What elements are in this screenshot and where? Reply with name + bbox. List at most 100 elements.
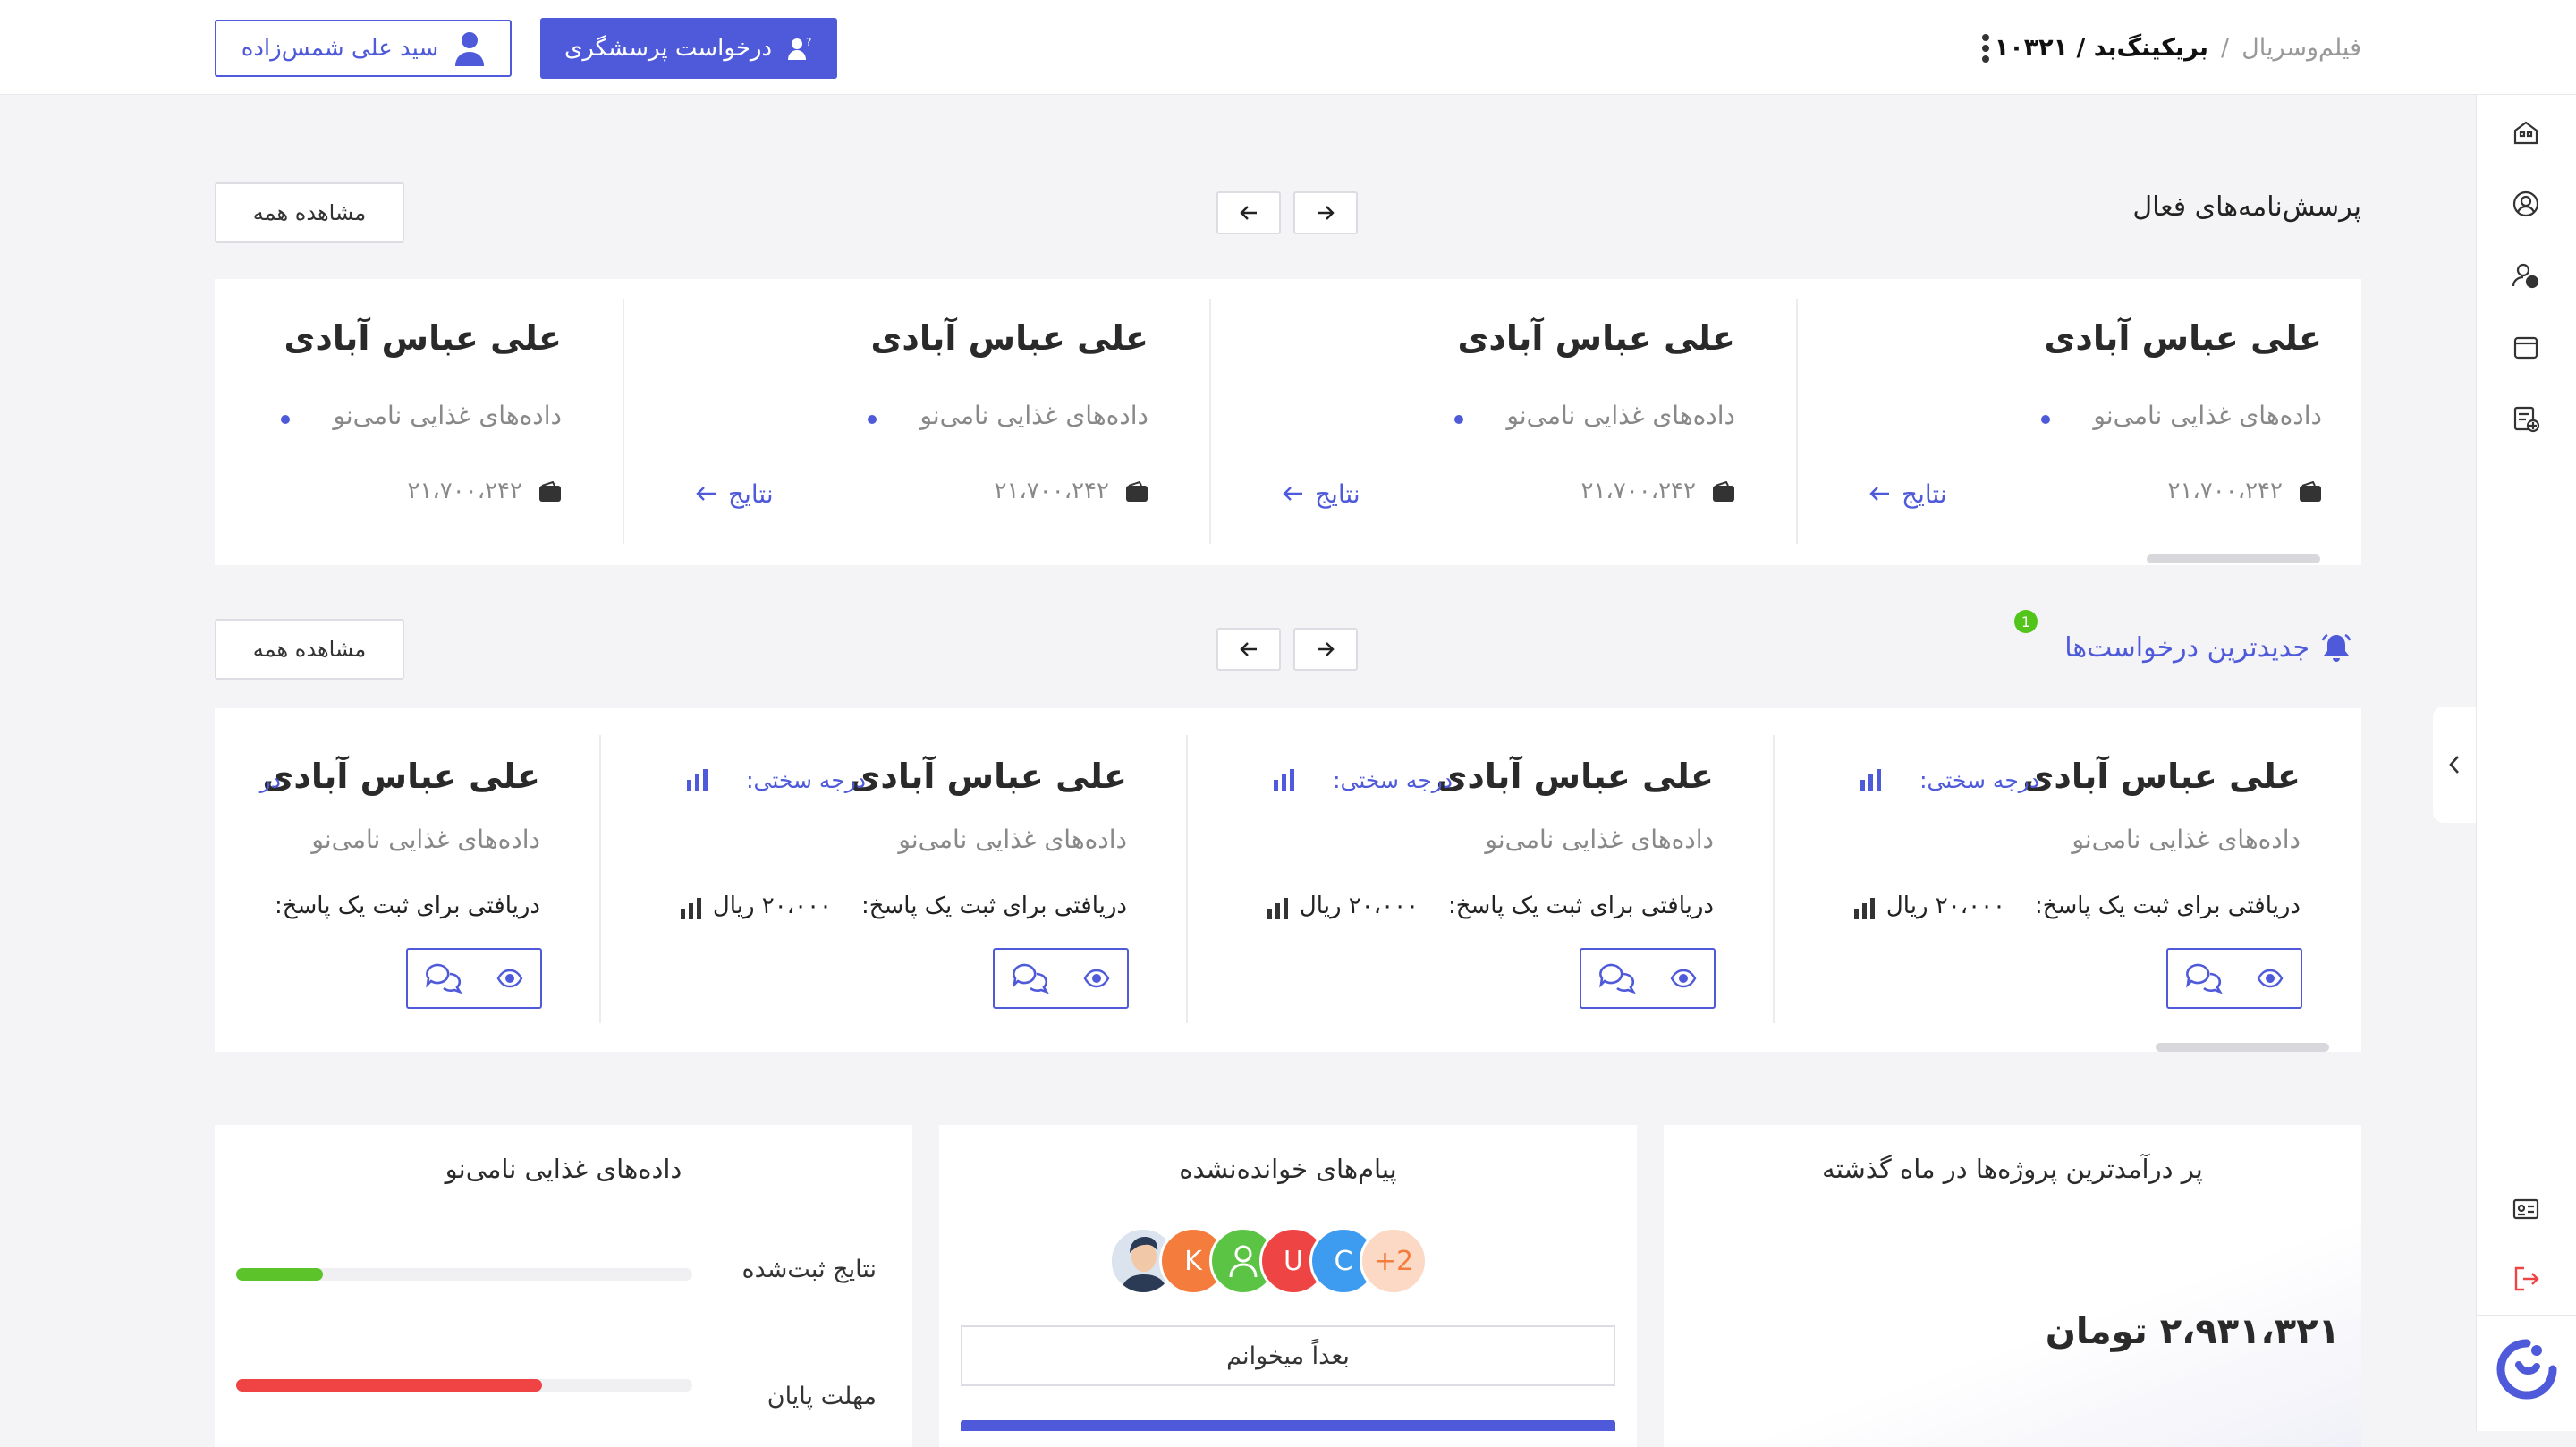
latest-scrollbar[interactable] <box>2156 1043 2329 1052</box>
pay-value: ۲۰،۰۰۰ ریال <box>1885 893 2005 919</box>
read-later-button[interactable]: بعداً میخوانم <box>961 1325 1615 1386</box>
survey-subtitle: داده‌های غذایی نامی‌نو <box>1506 401 1735 430</box>
eye-icon[interactable] <box>1670 969 1697 988</box>
primary-action-bar[interactable] <box>961 1420 1615 1431</box>
side-rail <box>2476 95 2576 1431</box>
survey-results-label: نتایج <box>728 478 774 509</box>
request-survey-button[interactable]: درخواست پرسشگری ? <box>540 18 837 79</box>
active-prev-button[interactable] <box>1216 191 1281 234</box>
breadcrumb-root[interactable]: فیلم‌وسریال <box>2241 34 2361 62</box>
breadcrumb-current: بریکینگ‌بد / ۱۰۳۲۱ <box>1994 33 2208 62</box>
progress-fill <box>236 1379 542 1392</box>
request-name: علی عباس آبادی <box>849 757 1127 796</box>
wallet-icon <box>538 481 562 503</box>
difficulty-label: در <box>259 767 281 793</box>
divider <box>1209 299 1211 544</box>
comments-icon[interactable] <box>1598 961 1636 995</box>
survey-results-label: نتایج <box>1902 478 1947 509</box>
more-vertical-icon[interactable] <box>1975 32 1996 64</box>
survey-results-link[interactable]: نتایج <box>1281 476 1388 512</box>
request-name: علی عباس آبادی <box>2022 757 2301 796</box>
pay-label: دریافتی برای ثبت یک پاسخ: <box>2034 893 2301 919</box>
progress-track <box>236 1379 692 1392</box>
survey-results-link[interactable]: نتایج <box>694 476 801 512</box>
status-dot <box>1454 415 1463 424</box>
latest-requests-header[interactable]: جدیدترین درخواست‌ها <box>2039 626 2352 669</box>
wallet-icon <box>1125 481 1148 503</box>
eye-icon[interactable] <box>1083 969 1110 988</box>
user-settings-icon[interactable] <box>2512 261 2540 290</box>
active-next-button[interactable] <box>1293 191 1358 234</box>
request-actions <box>993 948 1129 1009</box>
divider <box>599 735 601 1023</box>
survey-results-link[interactable]: نتایج <box>1868 476 1975 512</box>
active-see-all-button[interactable]: مشاهده همه <box>215 182 404 243</box>
user-circle-icon[interactable] <box>2512 190 2540 218</box>
svg-text:?: ? <box>806 36 811 48</box>
pay-value: ۲۰،۰۰۰ ریال <box>1299 893 1419 919</box>
status-dot <box>868 415 877 424</box>
user-profile-button[interactable]: سید علی شمس‌زاده <box>215 20 512 77</box>
difficulty-label: درجه سختی: <box>1919 767 2039 793</box>
arrow-left-icon <box>1281 485 1304 503</box>
latest-requests-title: جدیدترین درخواست‌ها <box>2064 631 2309 664</box>
progress-track <box>236 1268 692 1281</box>
progress-label: نتایج ثبت‌شده <box>741 1256 877 1283</box>
survey-name: علی عباس آبادی <box>2044 318 2322 358</box>
latest-prev-button[interactable] <box>1216 628 1281 671</box>
eye-icon[interactable] <box>496 969 523 988</box>
arrow-left-icon <box>1238 640 1259 658</box>
pay-label: دریافتی برای ثبت یک پاسخ: <box>860 893 1127 919</box>
difficulty-label: درجه سختی: <box>1333 767 1453 793</box>
wallet-icon[interactable] <box>2512 333 2540 361</box>
collapse-sidebar-tab[interactable] <box>2433 707 2476 823</box>
survey-name: علی عباس آبادی <box>870 318 1148 358</box>
divider <box>1796 299 1798 544</box>
request-actions <box>2166 948 2302 1009</box>
latest-next-button[interactable] <box>1293 628 1358 671</box>
divider <box>623 299 624 544</box>
arrow-left-icon <box>694 485 717 503</box>
request-subtitle: داده‌های غذایی نامی‌نو <box>2072 825 2301 854</box>
survey-subtitle: داده‌های غذایی نامی‌نو <box>919 401 1148 430</box>
rail-divider <box>2476 1315 2576 1316</box>
request-subtitle: داده‌های غذایی نامی‌نو <box>311 825 540 854</box>
comments-icon[interactable] <box>1012 961 1049 995</box>
add-document-icon[interactable] <box>2512 404 2540 433</box>
progress-fill <box>236 1268 323 1281</box>
id-card-icon[interactable] <box>2512 1195 2540 1223</box>
avatar-stack[interactable]: K U C +2 <box>1109 1227 1467 1300</box>
logout-icon[interactable] <box>2512 1265 2540 1293</box>
progress-label: مهلت پایان <box>767 1383 877 1410</box>
difficulty-bars-icon <box>1272 767 1297 792</box>
request-name: علی عباس آبادی <box>1436 757 1714 796</box>
survey-amount: ۲۱،۷۰۰،۲۴۲ <box>407 478 522 504</box>
survey-name: علی عباس آبادی <box>284 318 562 358</box>
food-card-title: داده‌های غذایی نامی‌نو <box>445 1154 682 1184</box>
status-dot <box>2041 415 2050 424</box>
eye-icon[interactable] <box>2257 969 2284 988</box>
request-actions <box>1580 948 1716 1009</box>
survey-amount: ۲۱،۷۰۰،۲۴۲ <box>994 478 1109 504</box>
breadcrumb-separator: / <box>2221 33 2230 62</box>
comments-icon[interactable] <box>2185 961 2223 995</box>
home-icon[interactable] <box>2512 118 2540 147</box>
wallet-icon <box>1712 481 1735 503</box>
pay-label: دریافتی برای ثبت یک پاسخ: <box>274 893 540 919</box>
survey-results-label: نتایج <box>1315 478 1360 509</box>
comments-icon[interactable] <box>425 961 462 995</box>
pay-label: دریافتی برای ثبت یک پاسخ: <box>1447 893 1714 919</box>
survey-amount: ۲۱،۷۰۰،۲۴۲ <box>1580 478 1696 504</box>
active-scrollbar[interactable] <box>2147 554 2320 563</box>
pay-value: ۲۰،۰۰۰ ریال <box>712 893 832 919</box>
survey-subtitle: داده‌های غذایی نامی‌نو <box>333 401 562 430</box>
difficulty-bars-icon <box>685 767 710 792</box>
active-surveys-title: پرسش‌نامه‌های فعال <box>2132 191 2361 223</box>
avatar-more: +2 <box>1360 1227 1428 1295</box>
request-subtitle: داده‌های غذایی نامی‌نو <box>1485 825 1714 854</box>
difficulty-bars-icon <box>1859 767 1884 792</box>
arrow-right-icon <box>1315 640 1336 658</box>
chevron-left-icon <box>2447 754 2462 775</box>
latest-see-all-button[interactable]: مشاهده همه <box>215 619 404 680</box>
status-dot <box>281 415 290 424</box>
